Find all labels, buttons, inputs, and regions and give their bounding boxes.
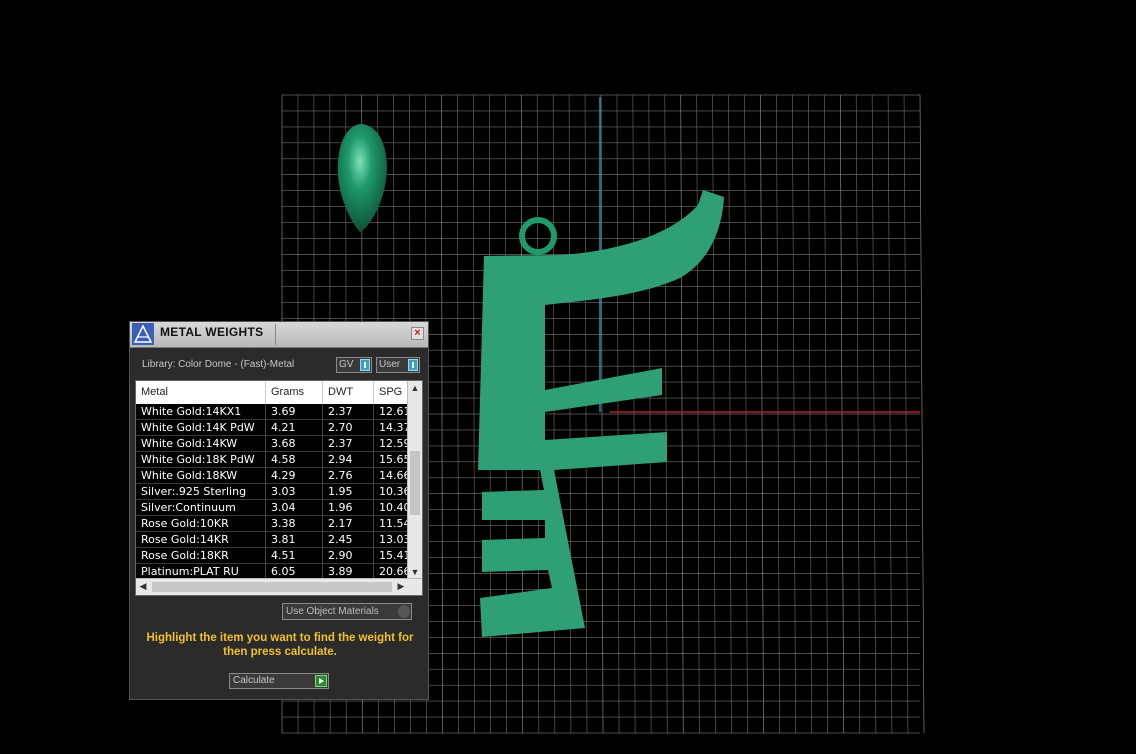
table-row[interactable]: Silver:.925 Sterling 3.03 1.95 10.36	[136, 484, 414, 500]
cell-metal: White Gold:14KW	[136, 436, 266, 452]
vertical-scroll-thumb[interactable]	[410, 451, 420, 515]
dropdown-arrow-icon	[398, 605, 410, 618]
calculate-control[interactable]: Calculate	[229, 673, 329, 689]
metal-weights-panel: METAL WEIGHTS × Library: Color Dome - (F…	[129, 321, 429, 700]
cell-metal: White Gold:14KX1	[136, 404, 266, 420]
cell-grams: 3.03	[266, 484, 323, 500]
calculate-button[interactable]	[315, 675, 327, 687]
cell-grams: 3.38	[266, 516, 323, 532]
cell-dwt: 2.94	[323, 452, 374, 468]
cell-dwt: 2.45	[323, 532, 374, 548]
user-toggle-label: User	[379, 359, 401, 370]
cell-metal: Rose Gold:14KR	[136, 532, 266, 548]
cell-dwt: 2.76	[323, 468, 374, 484]
table-row[interactable]: White Gold:18KW 4.29 2.76 14.66	[136, 468, 414, 484]
gv-toggle[interactable]: GV	[336, 357, 372, 373]
pendant-bail-ring[interactable]	[519, 217, 557, 255]
cell-grams: 3.81	[266, 532, 323, 548]
cell-dwt: 2.90	[323, 548, 374, 564]
cell-grams: 3.68	[266, 436, 323, 452]
scroll-down-icon[interactable]: ▼	[408, 567, 422, 577]
cell-metal: White Gold:14K PdW	[136, 420, 266, 436]
teardrop-stone-model[interactable]	[337, 124, 387, 232]
user-toggle-knob-icon	[408, 359, 418, 371]
cell-grams: 3.69	[266, 404, 323, 420]
cell-metal: White Gold:18K PdW	[136, 452, 266, 468]
vertical-scrollbar[interactable]: ▲ ▼	[407, 381, 422, 579]
cell-metal: Rose Gold:18KR	[136, 548, 266, 564]
gv-toggle-knob-icon	[360, 359, 370, 371]
table-row[interactable]: White Gold:14KW 3.68 2.37 12.59	[136, 436, 414, 452]
column-header-grams[interactable]: Grams	[266, 381, 323, 404]
cell-grams: 4.21	[266, 420, 323, 436]
cell-metal: White Gold:18KW	[136, 468, 266, 484]
table-header: Metal Grams DWT SPG	[136, 381, 414, 405]
cell-dwt: 2.70	[323, 420, 374, 436]
cell-dwt: 1.95	[323, 484, 374, 500]
metal-weights-table[interactable]: Metal Grams DWT SPG White Gold:14KX1 3.69…	[135, 380, 423, 596]
column-header-metal[interactable]: Metal	[136, 381, 266, 404]
close-button[interactable]: ×	[411, 327, 424, 340]
cell-dwt: 2.37	[323, 436, 374, 452]
table-row[interactable]: Silver:Continuum 3.04 1.96 10.40	[136, 500, 414, 516]
library-label: Library: Color Dome - (Fast)-Metal	[142, 359, 295, 370]
panel-titlebar[interactable]: METAL WEIGHTS ×	[130, 322, 428, 348]
calculate-label: Calculate	[233, 675, 275, 686]
letter-f-pendant-model[interactable]	[478, 190, 724, 637]
cell-grams: 3.04	[266, 500, 323, 516]
table-row[interactable]: Rose Gold:10KR 3.38 2.17 11.54	[136, 516, 414, 532]
table-body: White Gold:14KX1 3.69 2.37 12.61 White Gold:…	[136, 404, 414, 580]
scroll-up-icon[interactable]: ▲	[408, 383, 422, 393]
gv-toggle-label: GV	[339, 359, 354, 370]
cell-grams: 4.29	[266, 468, 323, 484]
table-row[interactable]: White Gold:14KX1 3.69 2.37 12.61	[136, 404, 414, 420]
table-row[interactable]: White Gold:14K PdW 4.21 2.70 14.37	[136, 420, 414, 436]
cell-metal: Rose Gold:10KR	[136, 516, 266, 532]
cell-metal: Silver:Continuum	[136, 500, 266, 516]
scroll-left-icon[interactable]: ◀	[136, 581, 150, 592]
user-toggle[interactable]: User	[376, 357, 420, 373]
app-logo-icon	[132, 323, 154, 345]
table-row[interactable]: Rose Gold:14KR 3.81 2.45 13.03	[136, 532, 414, 548]
cell-dwt: 2.17	[323, 516, 374, 532]
cell-dwt: 2.37	[323, 404, 374, 420]
scroll-right-icon[interactable]: ▶	[394, 581, 408, 592]
titlebar-divider	[275, 324, 276, 345]
horizontal-scroll-thumb[interactable]	[152, 582, 392, 592]
column-header-dwt[interactable]: DWT	[323, 381, 374, 404]
table-row[interactable]: Rose Gold:18KR 4.51 2.90 15.41	[136, 548, 414, 564]
cell-grams: 4.58	[266, 452, 323, 468]
instruction-text: Highlight the item you want to find the …	[146, 632, 414, 658]
panel-title: METAL WEIGHTS	[160, 325, 264, 339]
materials-dropdown-value: Use Object Materials	[286, 606, 379, 617]
grid-line-vertical	[919, 94, 925, 734]
horizontal-scrollbar[interactable]: ◀ ▶	[136, 578, 422, 595]
cell-metal: Silver:.925 Sterling	[136, 484, 266, 500]
cell-dwt: 1.96	[323, 500, 374, 516]
cell-grams: 4.51	[266, 548, 323, 564]
table-row[interactable]: White Gold:18K PdW 4.58 2.94 15.65	[136, 452, 414, 468]
materials-dropdown[interactable]: Use Object Materials	[282, 603, 412, 620]
